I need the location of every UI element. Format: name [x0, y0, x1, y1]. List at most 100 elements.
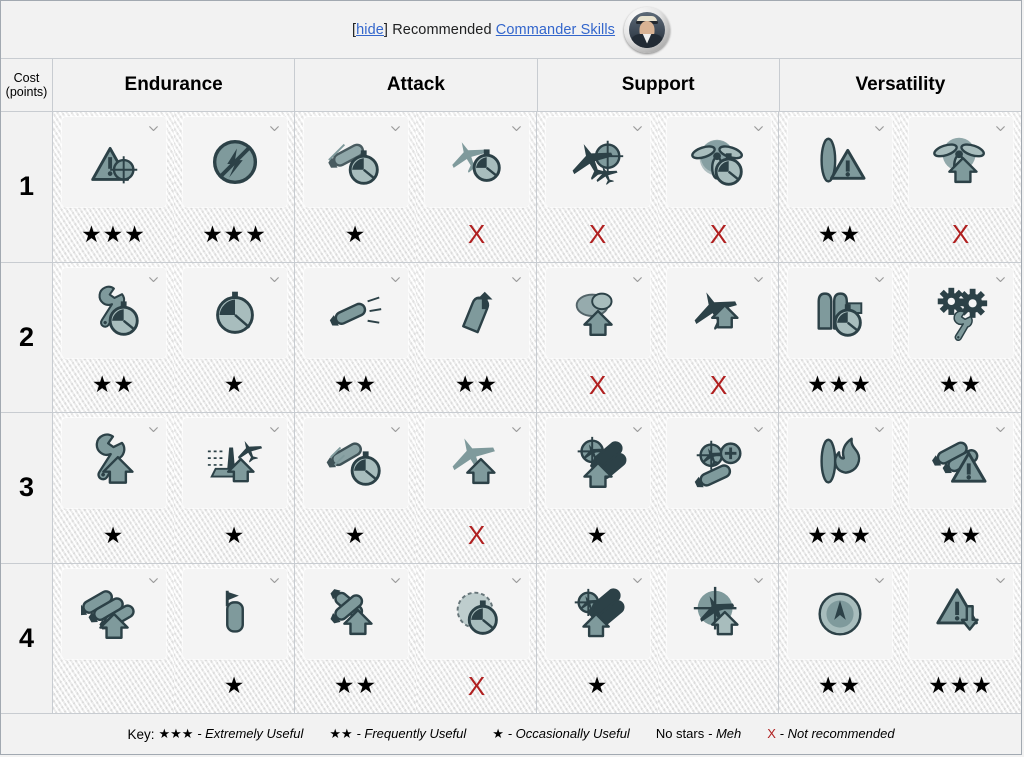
skill-tile[interactable] — [908, 418, 1013, 508]
skill-tile[interactable] — [424, 418, 529, 508]
skill-cell: X — [537, 263, 658, 412]
chevron-down-icon[interactable] — [632, 276, 642, 282]
rating-stars: ★ — [586, 672, 609, 699]
skill-cell: ★★ — [416, 263, 537, 412]
skill-tile[interactable] — [303, 267, 408, 358]
chevron-down-icon[interactable] — [269, 427, 279, 433]
torpedo-fire-icon — [819, 437, 860, 484]
chevron-down-icon[interactable] — [269, 276, 279, 282]
chevron-down-icon[interactable] — [874, 577, 884, 583]
table-body: 1 ★★★ ★★★ ★ X X X ★★ X 2 ★★ ★ ★★ ★★ X X ★★★ ★★ 3 ★ ★ ★ X ★ ★★★ ★★… — [1, 112, 1021, 714]
skill-tile[interactable] — [787, 267, 892, 358]
skill-tile[interactable] — [61, 267, 166, 358]
skill-tile[interactable] — [545, 418, 650, 508]
chevron-down-icon[interactable] — [390, 427, 400, 433]
skill-cells: ★★★X★★★★★★ — [53, 564, 1021, 714]
skill-tile[interactable] — [61, 418, 166, 508]
skill-tile[interactable] — [303, 568, 408, 659]
skill-tile[interactable] — [666, 418, 771, 508]
skill-tile[interactable] — [666, 568, 771, 659]
skill-tile[interactable] — [908, 117, 1013, 207]
rating-not-recommended: X — [951, 219, 970, 250]
aircraft-up-arrow-alt-icon — [452, 438, 496, 485]
commander-portrait-icon — [629, 11, 666, 48]
skill-tile[interactable] — [908, 267, 1013, 358]
chevron-down-icon[interactable] — [753, 126, 763, 132]
chevron-down-icon[interactable] — [511, 427, 521, 433]
skill-tile[interactable] — [303, 418, 408, 508]
cost-cell: 2 — [1, 262, 53, 412]
chevron-down-icon[interactable] — [874, 276, 884, 282]
rating-stars: ★★ — [817, 220, 862, 247]
chevron-down-icon[interactable] — [753, 427, 763, 433]
rating-not-recommended: X — [588, 369, 607, 400]
chevron-down-icon[interactable] — [148, 427, 158, 433]
commander-skills-link[interactable]: Commander Skills — [496, 22, 615, 38]
skill-tile[interactable] — [908, 568, 1013, 659]
rating-stars — [662, 659, 775, 714]
legend-item: ★ - Occasionally Useful — [492, 726, 630, 741]
skill-cell: ★★ — [779, 564, 900, 713]
skill-tile[interactable] — [545, 568, 650, 659]
skill-tile[interactable] — [182, 568, 287, 659]
commander-avatar[interactable] — [624, 6, 671, 53]
chevron-down-icon[interactable] — [390, 577, 400, 583]
skill-tile[interactable] — [303, 117, 408, 207]
chevron-down-icon[interactable] — [632, 126, 642, 132]
chevron-down-icon[interactable] — [874, 126, 884, 132]
skill-tile[interactable] — [787, 418, 892, 508]
skill-tile[interactable] — [666, 267, 771, 358]
rating-stars: ★ — [223, 371, 246, 398]
table-row: 2 ★★ ★ ★★ ★★ X X ★★★ ★★ — [1, 262, 1021, 413]
chevron-down-icon[interactable] — [632, 427, 642, 433]
chevron-down-icon[interactable] — [995, 427, 1005, 433]
chevron-down-icon[interactable] — [390, 126, 400, 132]
chevron-down-icon[interactable] — [753, 577, 763, 583]
table-header-row: Cost (points) Endurance Attack Support V… — [1, 59, 1021, 112]
skill-cell: ★★★ — [779, 263, 900, 412]
skill-tile[interactable] — [182, 117, 287, 207]
skill-tile[interactable] — [666, 117, 771, 207]
chevron-down-icon[interactable] — [148, 577, 158, 583]
chevron-down-icon[interactable] — [995, 126, 1005, 132]
rating-not-recommended: X — [709, 369, 728, 400]
skill-cell: ★★ — [900, 263, 1021, 412]
chevron-down-icon[interactable] — [874, 427, 884, 433]
skill-tile[interactable] — [545, 267, 650, 358]
skill-tile[interactable] — [545, 117, 650, 207]
skill-tile[interactable] — [182, 267, 287, 358]
skill-cell: ★ — [295, 112, 416, 262]
propeller-stopwatch-icon — [690, 139, 743, 186]
chevron-down-icon[interactable] — [511, 126, 521, 132]
chevron-down-icon[interactable] — [390, 276, 400, 282]
chevron-down-icon[interactable] — [995, 577, 1005, 583]
chevron-down-icon[interactable] — [511, 577, 521, 583]
skill-tile[interactable] — [424, 267, 529, 358]
chevron-down-icon[interactable] — [511, 276, 521, 282]
rating-stars: ★★ — [91, 371, 136, 398]
hide-link[interactable]: hide — [356, 22, 384, 38]
cost-header-line2: (points) — [5, 85, 48, 99]
chevron-down-icon[interactable] — [995, 276, 1005, 282]
aircraft-target-icon — [572, 140, 623, 185]
skill-tile[interactable] — [787, 117, 892, 207]
skill-tile[interactable] — [61, 117, 166, 207]
chevron-down-icon[interactable] — [632, 577, 642, 583]
chevron-down-icon[interactable] — [148, 276, 158, 282]
flag-shell-icon — [225, 590, 244, 633]
legend-description: - Occasionally Useful — [507, 726, 630, 741]
skill-tile[interactable] — [424, 568, 529, 659]
chevron-down-icon[interactable] — [753, 276, 763, 282]
chevron-down-icon[interactable] — [148, 126, 158, 132]
chevron-down-icon[interactable] — [269, 126, 279, 132]
skill-tile[interactable] — [424, 117, 529, 207]
legend-description: - Not recommended — [779, 726, 895, 741]
rating-stars: ★★★ — [807, 521, 872, 548]
rating-not-recommended: X — [467, 219, 486, 250]
chevron-down-icon[interactable] — [269, 577, 279, 583]
rating-stars: ★★ — [817, 672, 862, 699]
skill-tile[interactable] — [61, 568, 166, 659]
skill-tile[interactable] — [787, 568, 892, 659]
skill-tile[interactable] — [182, 418, 287, 508]
skill-cell: ★ — [295, 413, 416, 563]
